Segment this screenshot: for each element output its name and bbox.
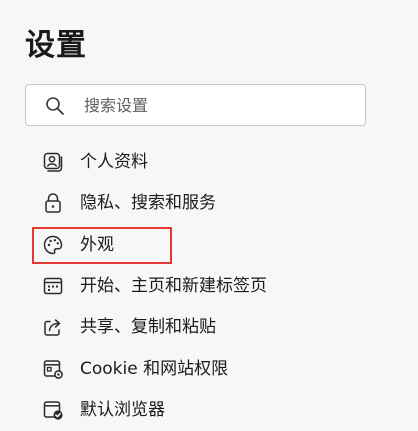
page-title: 设置 <box>25 28 87 63</box>
sidebar-item-appearance[interactable]: 外观 <box>34 227 364 263</box>
start-page-icon <box>43 277 63 295</box>
sidebar-item-label: 共享、复制和粘贴 <box>80 317 216 337</box>
sidebar-item-default-browser[interactable]: 默认浏览器 <box>34 392 364 428</box>
sidebar-item-label: Cookie 和网站权限 <box>80 359 229 379</box>
lock-icon <box>45 193 61 213</box>
sidebar-item-privacy[interactable]: 隐私、搜索和服务 <box>34 185 364 221</box>
sidebar-item-label: 外观 <box>80 235 114 255</box>
profile-icon <box>43 152 63 172</box>
search-input[interactable] <box>84 85 354 125</box>
sidebar-item-label: 个人资料 <box>80 152 148 172</box>
palette-icon <box>43 235 63 255</box>
sidebar-item-label: 隐私、搜索和服务 <box>80 193 216 213</box>
sidebar-item-site-permissions[interactable]: Cookie 和网站权限 <box>34 351 364 387</box>
sidebar-item-profile[interactable]: 个人资料 <box>34 144 364 180</box>
site-permissions-icon <box>43 360 63 379</box>
search-icon <box>46 97 64 115</box>
sidebar-item-share[interactable]: 共享、复制和粘贴 <box>34 309 364 345</box>
sidebar-item-label: 开始、主页和新建标签页 <box>80 276 267 296</box>
search-box[interactable] <box>25 84 366 126</box>
sidebar-item-start-page[interactable]: 开始、主页和新建标签页 <box>34 268 364 304</box>
share-icon <box>44 319 61 336</box>
sidebar-item-label: 默认浏览器 <box>80 400 165 420</box>
default-browser-icon <box>43 401 63 420</box>
